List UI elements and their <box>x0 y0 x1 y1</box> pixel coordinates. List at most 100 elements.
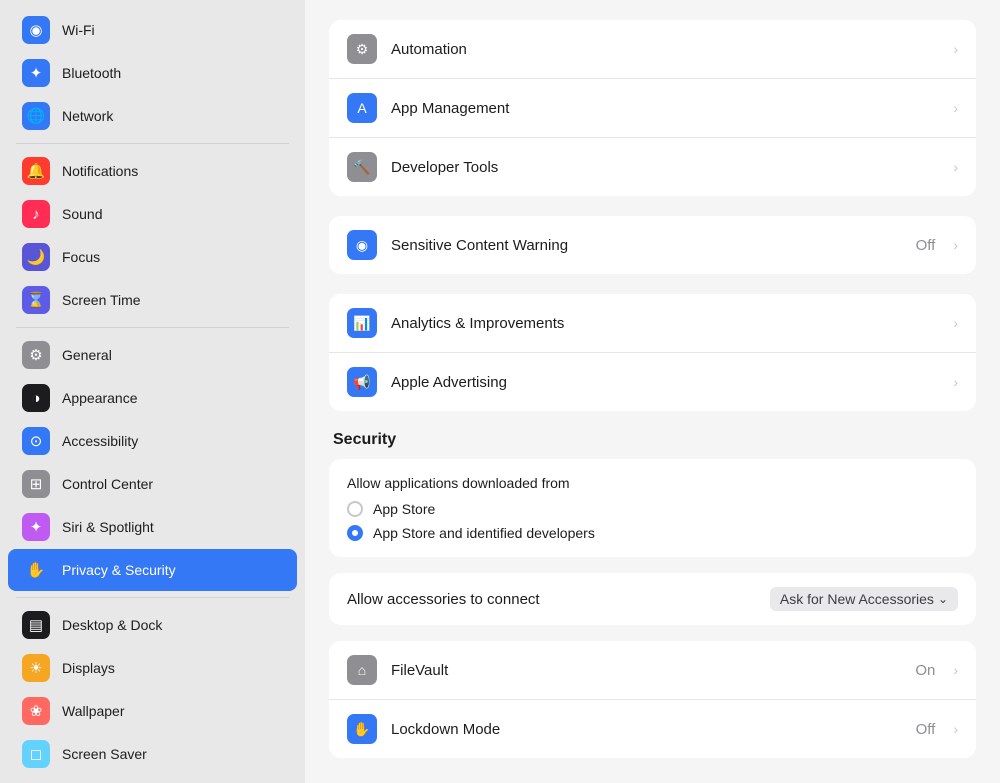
notifications-icon: 🔔 <box>22 157 50 185</box>
chevron-right-icon: › <box>953 662 958 678</box>
sidebar-item-label: Bluetooth <box>62 65 121 81</box>
accessories-stepper-icon: ⌄ <box>938 592 948 606</box>
sidebar-item-label: Siri & Spotlight <box>62 519 154 535</box>
wifi-icon: ◉ <box>22 16 50 44</box>
sidebar-item-label: Screen Saver <box>62 746 147 762</box>
sidebar: ◉ Wi-Fi ✦ Bluetooth 🌐 Network 🔔 Notifications ♪ S… <box>0 0 305 783</box>
developertools-label: Developer Tools <box>391 159 939 176</box>
controlcenter-icon: ⊞ <box>22 470 50 498</box>
radio-label-appstore-identified: App Store and identified developers <box>373 525 595 541</box>
filevault-label: FileVault <box>391 662 901 679</box>
radio-label-appstore: App Store <box>373 501 435 517</box>
sensitivewarning-icon: ◉ <box>347 230 377 260</box>
sidebar-item-label: Accessibility <box>62 433 138 449</box>
sidebar-item-label: Wi-Fi <box>62 22 95 38</box>
accessories-value[interactable]: Ask for New Accessories ⌄ <box>770 587 958 611</box>
desktop-icon: ▤ <box>22 611 50 639</box>
sidebar-item-displays[interactable]: ☀ Displays <box>8 647 297 689</box>
network-icon: 🌐 <box>22 102 50 130</box>
sidebar-item-appearance[interactable]: ◑Appearance <box>8 377 297 419</box>
section-group-group3: 📊 Analytics & Improvements › 📢 Apple Adverti… <box>329 294 976 411</box>
lockdownmode-label: Lockdown Mode <box>391 721 902 738</box>
sidebar-item-siri[interactable]: ✦ Siri & Spotlight <box>8 506 297 548</box>
displays-icon: ☀ <box>22 654 50 682</box>
main-content: ⚙Automation›AApp Management›🔨Developer T… <box>305 0 1000 783</box>
sidebar-item-label: Sound <box>62 206 102 222</box>
lockdownmode-icon: ✋ <box>347 714 377 744</box>
automation-label: Automation <box>391 41 939 58</box>
radio-appstore-identified[interactable] <box>347 525 363 541</box>
chevron-right-icon: › <box>953 374 958 390</box>
screensaver-icon: ◻ <box>22 740 50 768</box>
developertools-icon: 🔨 <box>347 152 377 182</box>
screentime-icon: ⌛ <box>22 286 50 314</box>
sensitivewarning-label: Sensitive Content Warning <box>391 237 902 254</box>
chevron-right-icon: › <box>953 159 958 175</box>
accessories-label: Allow accessories to connect <box>347 591 770 608</box>
row-analytics[interactable]: 📊 Analytics & Improvements › <box>329 294 976 353</box>
radio-row-appstore-identified[interactable]: App Store and identified developers <box>347 525 958 541</box>
sound-icon: ♪ <box>22 200 50 228</box>
sidebar-item-label: General <box>62 347 112 363</box>
sidebar-item-screensaver[interactable]: ◻ Screen Saver <box>8 733 297 775</box>
sidebar-item-label: Focus <box>62 249 100 265</box>
download-label: Allow applications downloaded from <box>347 475 958 491</box>
filevault-value: On <box>915 662 935 679</box>
sidebar-item-controlcenter[interactable]: ⊞Control Center <box>8 463 297 505</box>
analytics-icon: 📊 <box>347 308 377 338</box>
sidebar-item-accessibility[interactable]: ⊙ Accessibility <box>8 420 297 462</box>
chevron-right-icon: › <box>953 100 958 116</box>
sidebar-item-label: Notifications <box>62 163 138 179</box>
sidebar-item-label: Displays <box>62 660 115 676</box>
sidebar-item-label: Privacy & Security <box>62 562 176 578</box>
section-group-group2: ◉ Sensitive Content Warning Off › <box>329 216 976 274</box>
row-automation[interactable]: ⚙ Automation › <box>329 20 976 79</box>
sensitivewarning-value: Off <box>916 237 936 254</box>
sidebar-item-privacy[interactable]: ✋ Privacy & Security <box>8 549 297 591</box>
accessories-value-text: Ask for New Accessories <box>780 591 934 607</box>
focus-icon: 🌙 <box>22 243 50 271</box>
sidebar-item-screentime[interactable]: ⌛ Screen Time <box>8 279 297 321</box>
row-sensitivewarning[interactable]: ◉ Sensitive Content Warning Off › <box>329 216 976 274</box>
sidebar-item-bluetooth[interactable]: ✦ Bluetooth <box>8 52 297 94</box>
general-icon: ⚙ <box>22 341 50 369</box>
analytics-label: Analytics & Improvements <box>391 315 939 332</box>
chevron-right-icon: › <box>953 237 958 253</box>
section-group-group1: ⚙Automation›AApp Management›🔨Developer T… <box>329 20 976 196</box>
row-appmanagement[interactable]: AApp Management› <box>329 79 976 138</box>
row-lockdownmode[interactable]: ✋Lockdown ModeOff› <box>329 700 976 758</box>
sidebar-item-label: Desktop & Dock <box>62 617 162 633</box>
automation-icon: ⚙ <box>347 34 377 64</box>
accessibility-icon: ⊙ <box>22 427 50 455</box>
sidebar-item-battery[interactable]: ▐Battery <box>8 776 297 783</box>
sidebar-item-wallpaper[interactable]: ❀ Wallpaper <box>8 690 297 732</box>
sidebar-item-label: Screen Time <box>62 292 141 308</box>
sidebar-item-wifi[interactable]: ◉ Wi-Fi <box>8 9 297 51</box>
radio-row-appstore[interactable]: App Store <box>347 501 958 517</box>
accessories-row[interactable]: Allow accessories to connectAsk for New … <box>329 573 976 625</box>
appleadvertising-label: Apple Advertising <box>391 374 939 391</box>
bluetooth-icon: ✦ <box>22 59 50 87</box>
sidebar-item-notifications[interactable]: 🔔 Notifications <box>8 150 297 192</box>
sidebar-item-network[interactable]: 🌐 Network <box>8 95 297 137</box>
sidebar-item-general[interactable]: ⚙ General <box>8 334 297 376</box>
row-developertools[interactable]: 🔨 Developer Tools › <box>329 138 976 196</box>
security-heading: Security <box>329 431 976 449</box>
sidebar-item-focus[interactable]: 🌙 Focus <box>8 236 297 278</box>
filevault-icon: ⌂ <box>347 655 377 685</box>
row-filevault[interactable]: ⌂ FileVault On › <box>329 641 976 700</box>
row-appleadvertising[interactable]: 📢 Apple Advertising › <box>329 353 976 411</box>
wallpaper-icon: ❀ <box>22 697 50 725</box>
chevron-right-icon: › <box>953 315 958 331</box>
sidebar-item-sound[interactable]: ♪ Sound <box>8 193 297 235</box>
sidebar-item-label: Network <box>62 108 113 124</box>
radio-appstore[interactable] <box>347 501 363 517</box>
privacy-icon: ✋ <box>22 556 50 584</box>
appleadvertising-icon: 📢 <box>347 367 377 397</box>
chevron-right-icon: › <box>953 41 958 57</box>
sidebar-item-label: Appearance <box>62 390 138 406</box>
sidebar-item-desktop[interactable]: ▤ Desktop & Dock <box>8 604 297 646</box>
download-block: Allow applications downloaded from App St… <box>329 459 976 557</box>
sidebar-item-label: Wallpaper <box>62 703 125 719</box>
siri-icon: ✦ <box>22 513 50 541</box>
